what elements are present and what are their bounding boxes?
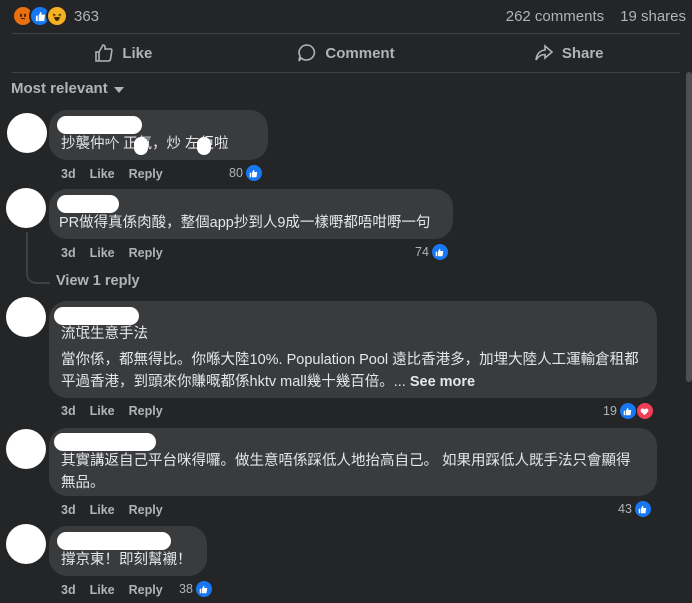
view-replies-link[interactable]: View 1 reply xyxy=(56,273,140,289)
comment-text: 撐京東！即刻幫襯！ xyxy=(61,552,192,568)
reaction-count: 38 xyxy=(179,582,193,596)
comment-reply-link[interactable]: Reply xyxy=(129,167,163,181)
comment-age[interactable]: 3d xyxy=(61,503,76,517)
comment-text: PR做得真係肉酸，整個app抄到人9成一樣嘢都唔咁嘢一句 xyxy=(59,215,431,231)
comment-age[interactable]: 3d xyxy=(61,246,76,260)
comment-reactions[interactable]: 43 xyxy=(618,501,651,517)
avatar[interactable] xyxy=(6,524,46,564)
like-icon xyxy=(245,165,262,181)
author-name-redacted[interactable] xyxy=(57,116,142,134)
like-icon xyxy=(195,581,212,597)
comment-reactions[interactable]: 19 xyxy=(603,402,654,420)
comment-like-link[interactable]: Like xyxy=(90,167,115,181)
comment-like-link[interactable]: Like xyxy=(90,583,115,597)
comment-reply-link[interactable]: Reply xyxy=(129,503,163,517)
redaction-mark xyxy=(197,137,211,155)
comment-text-block: 當你係，都無得比。你喺大陸10%. Population Pool 遠比香港多，… xyxy=(61,349,645,393)
shares-count[interactable]: 19 shares xyxy=(620,8,686,25)
author-name-redacted[interactable] xyxy=(54,433,156,451)
comment-reply-link[interactable]: Reply xyxy=(129,246,163,260)
chevron-down-icon xyxy=(113,86,124,93)
post-actions: Like Comment Share xyxy=(12,34,680,72)
reaction-summary[interactable]: 363 xyxy=(12,5,100,27)
comment-like-link[interactable]: Like xyxy=(90,404,115,418)
share-label: Share xyxy=(561,44,604,62)
comment-like-link[interactable]: Like xyxy=(90,246,115,260)
comment-icon xyxy=(298,44,316,62)
comment-bubble: 撐京東！即刻幫襯！ xyxy=(49,526,207,576)
avatar[interactable] xyxy=(7,113,47,153)
reaction-count: 363 xyxy=(74,7,100,25)
comment-reactions[interactable]: 38 xyxy=(179,581,212,597)
like-icon xyxy=(619,403,636,419)
comment-text: 其實講返自己平台咪得囉。做生意唔係踩低人地抬高自己。 如果用踩低人既手法只會顯得… xyxy=(61,453,631,491)
comment-bubble: 其實講返自己平台咪得囉。做生意唔係踩低人地抬高自己。 如果用踩低人既手法只會顯得… xyxy=(49,428,657,496)
reaction-count: 43 xyxy=(618,502,632,516)
comment-meta: 3d Like Reply xyxy=(61,246,163,260)
scrollbar-thumb[interactable] xyxy=(686,72,692,382)
avatar[interactable] xyxy=(6,188,46,228)
comment-reactions[interactable]: 74 xyxy=(415,244,448,260)
comment-bubble: 抄襲仲𠮶 正氣，炒 左佢啦 xyxy=(49,110,268,160)
comment-reply-link[interactable]: Reply xyxy=(129,583,163,597)
author-name-redacted[interactable] xyxy=(57,532,171,550)
comments-count[interactable]: 262 comments xyxy=(506,8,604,25)
comment-text: 當你係，都無得比。你喺大陸10%. Population Pool 遠比香港多，… xyxy=(61,352,639,390)
reaction-count: 74 xyxy=(415,245,429,259)
avatar[interactable] xyxy=(6,429,46,469)
like-icon xyxy=(431,244,448,260)
reaction-count: 80 xyxy=(229,166,243,180)
reaction-count: 19 xyxy=(603,404,617,418)
thumbs-up-icon xyxy=(95,44,113,62)
like-button[interactable]: Like xyxy=(12,34,235,72)
comment-title: 流氓生意手法 xyxy=(61,326,148,342)
comment-button[interactable]: Comment xyxy=(235,34,458,72)
like-label: Like xyxy=(122,44,153,62)
comment-bubble: 流氓生意手法 當你係，都無得比。你喺大陸10%. Population Pool… xyxy=(49,301,657,398)
comment-age[interactable]: 3d xyxy=(61,167,76,181)
comment-like-link[interactable]: Like xyxy=(90,503,115,517)
like-icon xyxy=(634,501,651,517)
comment-meta: 3d Like Reply xyxy=(61,167,163,181)
comment-reactions[interactable]: 80 xyxy=(229,165,262,181)
avatar[interactable] xyxy=(6,297,46,337)
comment-meta: 3d Like Reply xyxy=(61,583,163,597)
comment-label: Comment xyxy=(325,44,395,62)
comment-meta: 3d Like Reply xyxy=(61,404,163,418)
comment-age[interactable]: 3d xyxy=(61,583,76,597)
share-icon xyxy=(535,44,554,61)
comment-meta: 3d Like Reply xyxy=(61,503,163,517)
haha-icon xyxy=(46,5,68,27)
comment-reply-link[interactable]: Reply xyxy=(129,404,163,418)
sort-dropdown[interactable]: Most relevant xyxy=(11,80,124,97)
author-name-redacted[interactable] xyxy=(57,195,119,213)
comment-age[interactable]: 3d xyxy=(61,404,76,418)
see-more-link[interactable]: See more xyxy=(410,374,475,390)
redaction-mark xyxy=(134,137,148,155)
divider-bottom xyxy=(12,72,680,73)
share-button[interactable]: Share xyxy=(457,34,680,72)
sort-label: Most relevant xyxy=(11,80,108,97)
comment-bubble: PR做得真係肉酸，整個app抄到人9成一樣嘢都唔咁嘢一句 xyxy=(49,189,453,239)
reply-thread-line xyxy=(26,232,50,284)
post-stats: 262 comments 19 shares xyxy=(506,8,686,25)
heart-icon xyxy=(635,402,654,420)
